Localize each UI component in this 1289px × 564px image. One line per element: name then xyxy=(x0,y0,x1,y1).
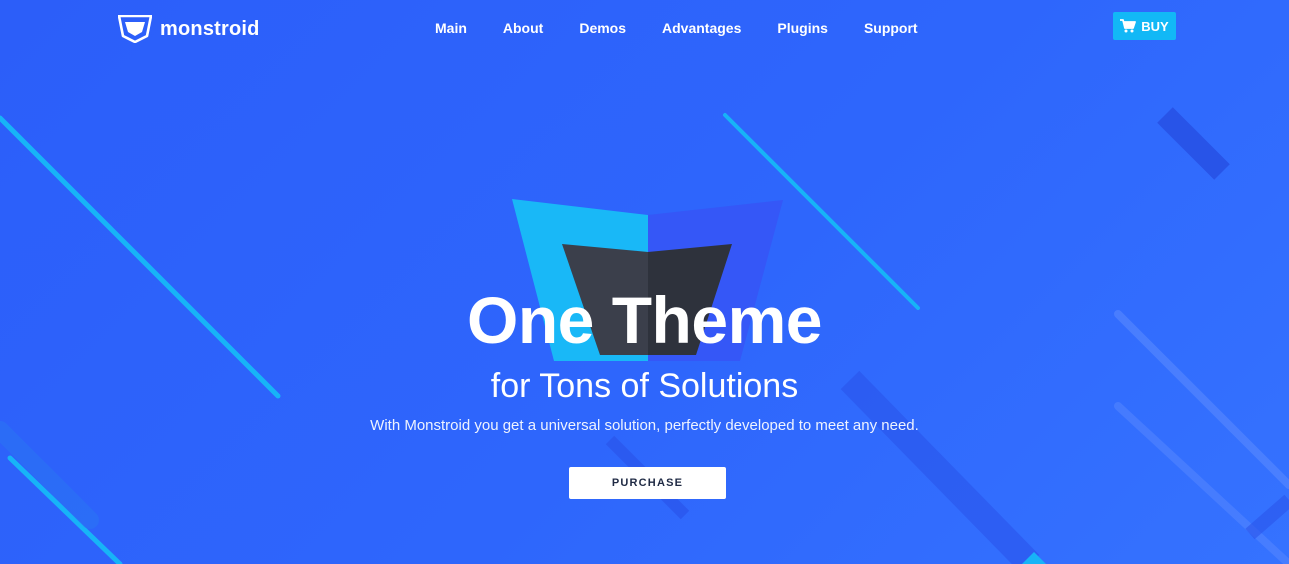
shield-logo-icon xyxy=(118,15,152,43)
hero-title: One Theme xyxy=(467,283,822,357)
main-nav: Main About Demos Advantages Plugins Supp… xyxy=(417,19,936,37)
brand-name: monstroid xyxy=(160,17,260,40)
nav-item-main[interactable]: Main xyxy=(417,19,485,37)
nav-item-about[interactable]: About xyxy=(485,19,561,37)
nav-item-support[interactable]: Support xyxy=(846,19,936,37)
hero-subtitle: for Tons of Solutions xyxy=(490,367,799,405)
nav-item-demos[interactable]: Demos xyxy=(561,19,644,37)
hero-description: With Monstroid you get a universal solut… xyxy=(370,417,919,434)
buy-button[interactable]: BUY xyxy=(1113,12,1176,40)
nav-item-advantages[interactable]: Advantages xyxy=(644,19,759,37)
buy-label: BUY xyxy=(1141,18,1169,34)
purchase-button[interactable]: PURCHASE xyxy=(569,467,726,499)
nav-item-plugins[interactable]: Plugins xyxy=(759,19,846,37)
brand-logo[interactable]: monstroid xyxy=(118,15,260,43)
cart-icon xyxy=(1120,19,1137,33)
site-header: monstroid Main About Demos Advantages Pl… xyxy=(0,0,1289,56)
